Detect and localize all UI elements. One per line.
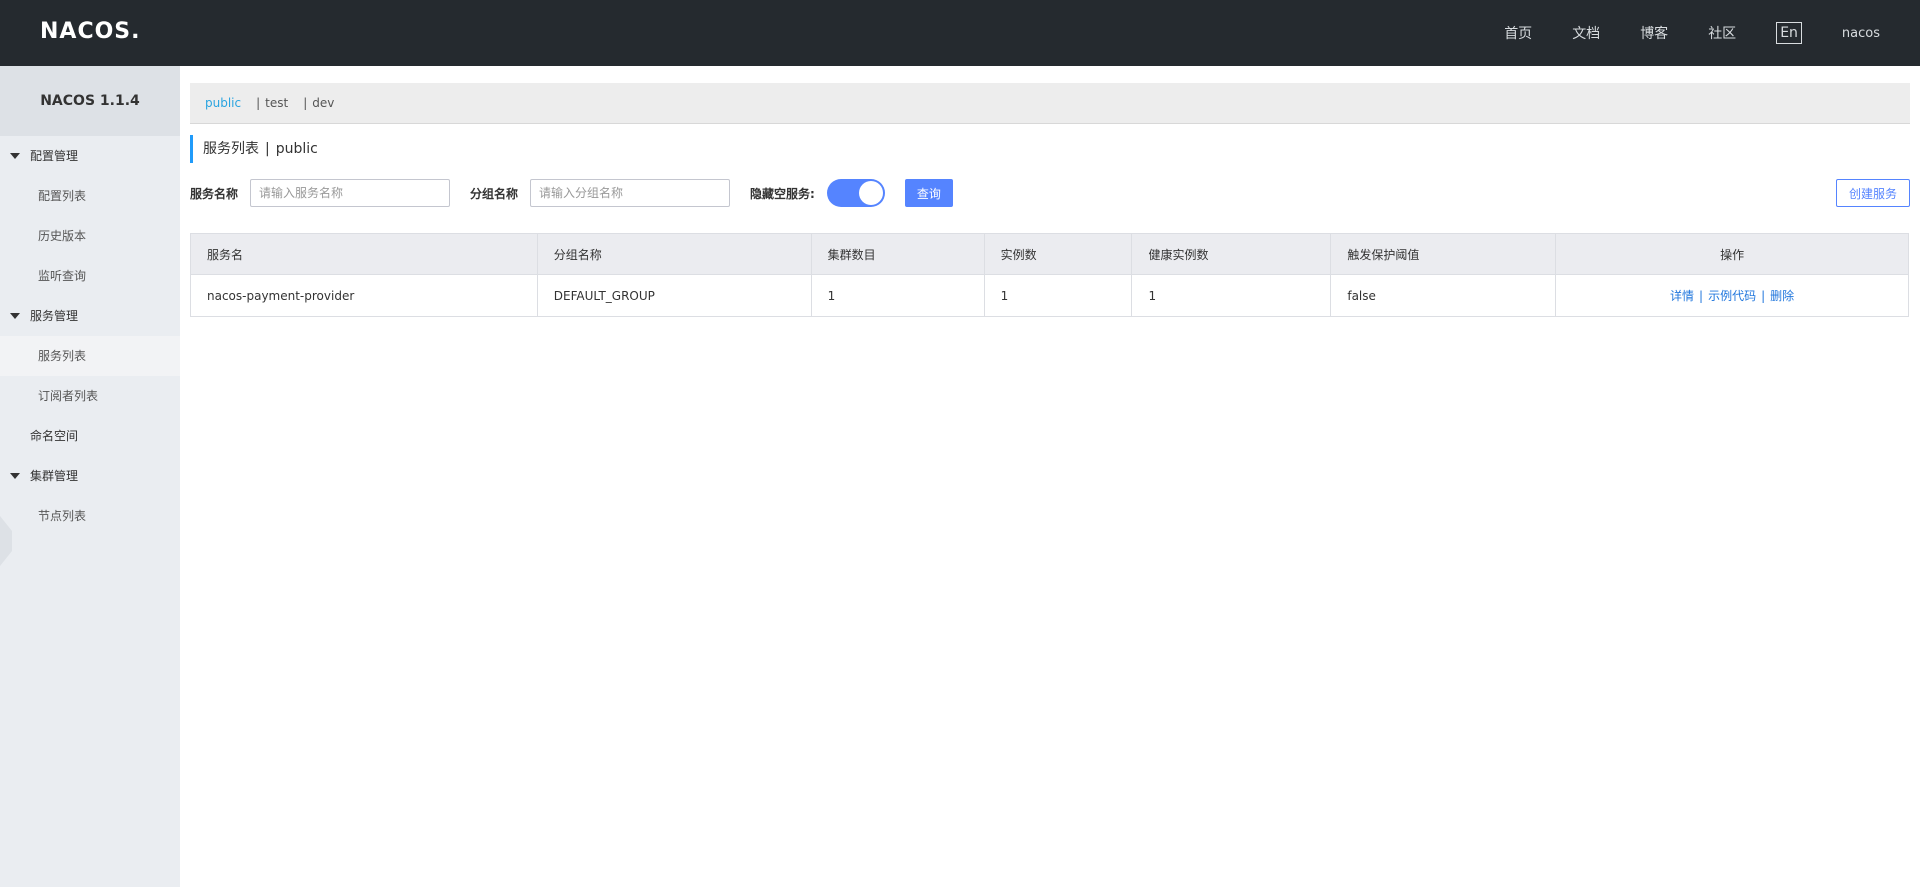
caret-down-icon xyxy=(10,313,20,319)
column-header: 实例数 xyxy=(984,233,1133,275)
cell-threshold: false xyxy=(1330,274,1557,317)
sidebar-item-node-list[interactable]: 节点列表 xyxy=(0,496,180,536)
cell-group-name: DEFAULT_GROUP xyxy=(537,274,812,317)
table-row: nacos-payment-provider DEFAULT_GROUP 1 1… xyxy=(190,274,1909,317)
column-header: 分组名称 xyxy=(537,233,812,275)
toggle-knob xyxy=(858,181,883,205)
namespace-test[interactable]: test xyxy=(265,96,288,110)
sidebar-group-service[interactable]: 服务管理 xyxy=(0,296,180,336)
nav-docs[interactable]: 文档 xyxy=(1572,23,1600,43)
cell-service-name: nacos-payment-provider xyxy=(190,274,538,317)
sidebar-group-label: 服务管理 xyxy=(30,309,79,323)
nav-community[interactable]: 社区 xyxy=(1708,23,1736,43)
sidebar-group-label: 集群管理 xyxy=(30,469,79,483)
sample-code-link[interactable]: 示例代码 xyxy=(1708,289,1756,303)
table-header-row: 服务名 分组名称 集群数目 实例数 健康实例数 触发保护阈值 操作 xyxy=(190,233,1909,275)
service-table: 服务名 分组名称 集群数目 实例数 健康实例数 触发保护阈值 操作 nacos-… xyxy=(190,233,1909,317)
sidebar-item-history[interactable]: 历史版本 xyxy=(0,216,180,256)
cell-healthy-count: 1 xyxy=(1131,274,1332,317)
column-header: 操作 xyxy=(1555,233,1909,275)
column-header: 集群数目 xyxy=(811,233,985,275)
sidebar-item-listener-query[interactable]: 监听查询 xyxy=(0,256,180,296)
namespace-bar: public | test | dev xyxy=(190,83,1910,124)
action-separator: | xyxy=(1699,289,1704,303)
sidebar-item-service-list[interactable]: 服务列表 xyxy=(0,336,180,376)
sidebar-group-config[interactable]: 配置管理 xyxy=(0,136,180,176)
service-name-label: 服务名称 xyxy=(190,186,239,201)
sidebar: NACOS 1.1.4 配置管理 配置列表 历史版本 监听查询 服务管理 服务列… xyxy=(0,66,180,887)
filter-bar: 服务名称 分组名称 隐藏空服务: 查询 创建服务 xyxy=(190,179,1910,207)
page-title-text: 服务列表 xyxy=(203,141,259,157)
cell-cluster-count: 1 xyxy=(811,274,985,317)
caret-down-icon xyxy=(10,473,20,479)
namespace-separator: | xyxy=(256,96,261,110)
group-name-label: 分组名称 xyxy=(470,186,519,201)
sidebar-group-label: 配置管理 xyxy=(30,149,79,163)
sidebar-item-config-list[interactable]: 配置列表 xyxy=(0,176,180,216)
page-namespace: public xyxy=(275,141,318,157)
namespace-dev[interactable]: dev xyxy=(312,96,334,110)
namespace-public[interactable]: public xyxy=(205,96,241,110)
sidebar-menu: 配置管理 配置列表 历史版本 监听查询 服务管理 服务列表 订阅者列表 命名空间… xyxy=(0,136,180,536)
cell-instance-count: 1 xyxy=(984,274,1133,317)
column-header: 服务名 xyxy=(190,233,538,275)
language-switch[interactable]: En xyxy=(1776,22,1802,44)
sidebar-item-namespace[interactable]: 命名空间 xyxy=(0,416,180,456)
query-button[interactable]: 查询 xyxy=(904,179,953,207)
sidebar-group-label: 命名空间 xyxy=(30,429,79,443)
hide-empty-toggle[interactable] xyxy=(826,179,885,207)
nav-blog[interactable]: 博客 xyxy=(1640,23,1668,43)
top-navbar: NACOS. 首页 文档 博客 社区 En nacos xyxy=(0,0,1920,66)
sidebar-title: NACOS 1.1.4 xyxy=(0,66,180,136)
caret-down-icon xyxy=(10,153,20,159)
group-name-input[interactable] xyxy=(530,179,731,207)
column-header: 健康实例数 xyxy=(1131,233,1332,275)
page-title: 服务列表 | public xyxy=(190,135,1910,163)
namespace-separator: | xyxy=(303,96,308,110)
hide-empty-label: 隐藏空服务: xyxy=(750,186,815,201)
delete-link[interactable]: 删除 xyxy=(1770,289,1794,303)
service-name-input[interactable] xyxy=(250,179,451,207)
sidebar-group-cluster[interactable]: 集群管理 xyxy=(0,456,180,496)
create-service-button[interactable]: 创建服务 xyxy=(1835,179,1910,207)
nacos-logo[interactable]: NACOS. xyxy=(40,19,141,45)
detail-link[interactable]: 详情 xyxy=(1670,289,1694,303)
cell-actions: 详情 | 示例代码 | 删除 xyxy=(1555,274,1909,317)
user-name[interactable]: nacos xyxy=(1842,26,1880,41)
nav-home[interactable]: 首页 xyxy=(1504,23,1532,43)
main-content: public | test | dev 服务列表 | public 服务名称 分组名… xyxy=(190,66,1910,317)
top-nav: 首页 文档 博客 社区 En nacos xyxy=(1464,0,1880,66)
title-separator: | xyxy=(265,141,270,157)
sidebar-item-subscriber-list[interactable]: 订阅者列表 xyxy=(0,376,180,416)
column-header: 触发保护阈值 xyxy=(1330,233,1557,275)
action-separator: | xyxy=(1761,289,1766,303)
